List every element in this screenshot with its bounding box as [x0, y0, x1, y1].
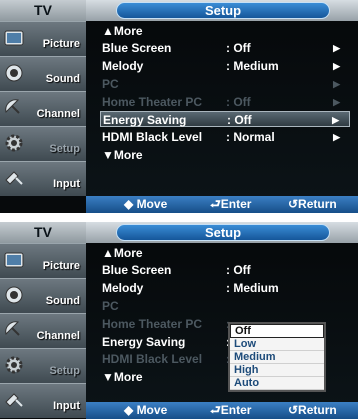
more-down-item[interactable]: ▼More [100, 147, 350, 163]
row-value: : Off [226, 95, 251, 109]
option-medium[interactable]: Medium [230, 351, 324, 364]
gear-icon [5, 134, 23, 152]
option-off[interactable]: Off [230, 324, 324, 338]
menu-title-bar: Setup [86, 222, 358, 243]
row-label: PC [102, 77, 119, 91]
row-label: Energy Saving [103, 113, 187, 127]
row-label: Home Theater PC [102, 317, 203, 331]
sidebar-item-label: Setup [49, 143, 80, 155]
option-high[interactable]: High [230, 364, 324, 377]
melody-item[interactable]: Melody : Medium [100, 280, 350, 296]
satellite-dish-icon [5, 99, 20, 114]
energy-saving-item[interactable]: Energy Saving : Off ▶ [100, 111, 350, 127]
move-hint: ◆ Move [124, 197, 168, 211]
page-title: Setup [116, 2, 330, 19]
row-label: Melody [102, 59, 144, 73]
sidebar-item-input[interactable]: Input [0, 383, 86, 418]
sidebar-item-label: Input [53, 178, 80, 190]
tv-label: TV [0, 0, 86, 21]
more-up-item[interactable]: ▲More [100, 23, 350, 39]
row-value: : Off [226, 263, 251, 277]
menu-title-bar: Setup [86, 0, 358, 21]
side-menu: TV Picture Sound Channel Setup Input [0, 0, 86, 213]
sidebar-item-label: Sound [45, 295, 80, 307]
picture-icon [4, 30, 24, 46]
blue-screen-item[interactable]: Blue Screen : Off ▶ [100, 40, 350, 56]
arrow-right-icon: ▶ [333, 132, 340, 142]
home-theater-pc-item: Home Theater PC : Off ▶ [100, 94, 350, 110]
sidebar-item-label: Picture [42, 260, 80, 272]
arrow-right-icon: ▶ [332, 115, 339, 125]
row-label: Blue Screen [102, 263, 172, 277]
side-menu: TV Picture Sound Channel Setup Input [0, 222, 86, 419]
button-guide: ◆ Move ⮐Enter ↺Return [86, 196, 358, 213]
row-label: HDMI Black Level [102, 130, 203, 144]
sidebar-item-channel[interactable]: Channel [0, 313, 86, 348]
sidebar-item-sound[interactable]: Sound [0, 278, 86, 313]
pc-item: PC [100, 298, 350, 314]
row-label: PC [102, 299, 119, 313]
button-guide: ◆ Move ⮐Enter ↺Return [86, 402, 358, 419]
sidebar-item-label: Setup [49, 365, 80, 377]
row-label: Blue Screen [102, 41, 172, 55]
row-label: ▼More [102, 148, 143, 162]
row-value: : Medium [226, 281, 279, 295]
row-label: Home Theater PC [102, 95, 203, 109]
sidebar-item-setup[interactable]: Setup [0, 348, 86, 383]
arrow-right-icon: ▶ [333, 61, 340, 71]
satellite-dish-icon [5, 321, 20, 336]
sound-icon [5, 286, 23, 304]
row-value: : Normal [226, 130, 275, 144]
sidebar-item-setup[interactable]: Setup [0, 126, 86, 161]
sidebar-item-label: Channel [36, 108, 80, 120]
sound-icon [5, 64, 23, 82]
arrow-right-icon: ▶ [333, 43, 340, 53]
page-title: Setup [116, 224, 330, 241]
setup-options-list: ▲More Blue Screen : Off ▶ Melody : Mediu… [86, 21, 358, 213]
sidebar-item-channel[interactable]: Channel [0, 91, 86, 126]
option-auto[interactable]: Auto [230, 377, 324, 390]
enter-hint: ⮐Enter [210, 197, 252, 211]
return-hint: ↺Return [288, 403, 337, 417]
row-value: : Medium [226, 59, 279, 73]
tv-setup-menu-screen: TV Picture Sound Channel Setup Input Set… [0, 0, 358, 213]
sidebar-item-sound[interactable]: Sound [0, 56, 86, 91]
tv-setup-menu-screen-dropdown: TV Picture Sound Channel Setup Input Set… [0, 222, 358, 419]
row-value: : Off [227, 113, 252, 127]
blue-screen-item[interactable]: Blue Screen : Off [100, 262, 350, 278]
hdmi-black-level-item[interactable]: HDMI Black Level : Normal ▶ [100, 129, 350, 145]
more-up-item[interactable]: ▲More [100, 245, 350, 261]
row-label: ▼More [102, 370, 143, 384]
input-plug-icon [5, 171, 23, 185]
row-label: ▲More [102, 246, 143, 260]
row-label: Melody [102, 281, 144, 295]
pc-item: PC ▶ [100, 76, 350, 92]
sidebar-item-label: Input [53, 400, 80, 412]
sidebar-item-label: Sound [45, 73, 80, 85]
sidebar-item-label: Channel [36, 330, 80, 342]
sidebar-item-label: Picture [42, 38, 80, 50]
return-hint: ↺Return [288, 197, 337, 211]
energy-saving-dropdown[interactable]: Off Low Medium High Auto [228, 322, 326, 392]
row-label: ▲More [102, 24, 143, 38]
melody-item[interactable]: Melody : Medium ▶ [100, 58, 350, 74]
option-low[interactable]: Low [230, 338, 324, 351]
arrow-right-icon: ▶ [333, 97, 340, 107]
row-value: : Off [226, 41, 251, 55]
sidebar-item-input[interactable]: Input [0, 161, 86, 196]
gear-icon [5, 356, 23, 374]
arrow-right-icon: ▶ [333, 79, 340, 89]
sidebar-item-picture[interactable]: Picture [0, 21, 86, 56]
tv-label: TV [0, 222, 86, 243]
row-label: Energy Saving [102, 335, 186, 349]
move-hint: ◆ Move [124, 403, 168, 417]
row-label: HDMI Black Level [102, 352, 203, 366]
sidebar-item-picture[interactable]: Picture [0, 243, 86, 278]
input-plug-icon [5, 393, 23, 407]
enter-hint: ⮐Enter [210, 403, 252, 417]
picture-icon [4, 252, 24, 268]
